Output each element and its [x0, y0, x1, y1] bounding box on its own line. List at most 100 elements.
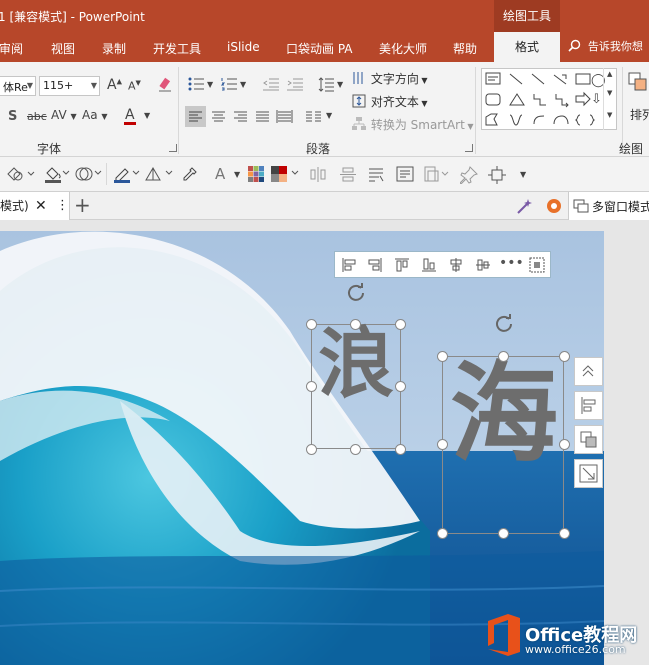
decrease-font-size-icon[interactable]: A▼ — [128, 80, 141, 92]
resize-handle[interactable] — [559, 528, 570, 539]
align-text-button[interactable]: 对齐文本 ▼ — [351, 93, 428, 110]
arrange-objects-button[interactable] — [574, 425, 603, 454]
down-arrow-shape-icon[interactable]: ⇩ — [591, 93, 602, 106]
rotate-handle-icon[interactable] — [346, 282, 366, 302]
vertical-scrollbar[interactable] — [604, 220, 649, 665]
select-pane-icon[interactable] — [488, 166, 506, 184]
tab-beautify-master[interactable]: 美化大师 — [379, 40, 427, 57]
multiwindow-mode-button[interactable]: 多窗口模式 — [568, 192, 649, 220]
tab-view[interactable]: 视图 — [51, 40, 75, 57]
justify-icon[interactable] — [254, 108, 271, 125]
tab-help[interactable]: 帮助 — [453, 40, 477, 57]
tab-record[interactable]: 录制 — [102, 40, 126, 57]
tab-islide[interactable]: iSlide — [227, 40, 260, 54]
resize-handle[interactable] — [559, 351, 570, 362]
increase-font-size-icon[interactable]: A▲ — [107, 78, 122, 92]
align-top-icon[interactable] — [394, 257, 410, 273]
tab-format[interactable]: 格式 — [494, 32, 560, 62]
add-tab-icon[interactable]: + — [74, 192, 91, 218]
rotate-handle-icon[interactable] — [494, 313, 514, 333]
edit-shape-pen-icon[interactable] — [113, 165, 141, 183]
resize-handle[interactable] — [437, 439, 448, 450]
magic-wand-icon[interactable] — [516, 197, 534, 215]
document-tab[interactable]: 模式) ✕ ⋮ — [0, 192, 70, 220]
change-case-icon[interactable]: Aa ▼ — [82, 109, 108, 121]
textbox-icon[interactable] — [396, 166, 414, 182]
chevron-up-icon[interactable]: ▲ — [607, 71, 612, 78]
bring-forward-button[interactable] — [574, 357, 603, 386]
chevron-down-icon[interactable]: ▼ — [234, 171, 240, 179]
text-effects-icon[interactable]: A — [215, 167, 225, 182]
tab-developer[interactable]: 开发工具 — [153, 40, 201, 57]
shape-edit-icon[interactable] — [6, 166, 36, 182]
gallery-scroll[interactable]: ▲ ▼ ▼ — [603, 68, 617, 130]
convert-smartart-button[interactable]: 转换为 SmartArt ▼ — [351, 116, 474, 133]
chevron-down-icon[interactable]: ▼ — [144, 112, 150, 120]
text-direction-button[interactable]: 文字方向 ▼ — [351, 70, 428, 87]
customize-toolbar-icon[interactable]: ▼ — [520, 171, 526, 179]
resize-handle[interactable] — [498, 528, 509, 539]
font-size-combo[interactable]: 115+ ▼ — [39, 76, 100, 96]
paragraph-dialog-launcher-icon[interactable] — [465, 144, 473, 152]
slide-text-hai[interactable]: 海 — [450, 361, 558, 469]
distributed-icon[interactable] — [276, 108, 293, 125]
resize-handle[interactable] — [306, 381, 317, 392]
shape-fill-icon[interactable] — [44, 165, 70, 183]
resize-handle[interactable] — [306, 319, 317, 330]
align-bottom-icon[interactable] — [421, 257, 437, 273]
eyedropper-icon[interactable] — [180, 166, 198, 184]
char-spacing-icon[interactable]: AV ▼ — [51, 109, 77, 121]
distribute-icon[interactable] — [528, 256, 546, 274]
line-spacing-icon[interactable] — [318, 77, 334, 92]
slide-canvas[interactable]: 浪 海 — [0, 231, 604, 665]
resize-handle[interactable] — [559, 439, 570, 450]
settings-gear-icon[interactable] — [545, 197, 563, 215]
align-middle-icon[interactable] — [475, 257, 491, 273]
tab-review[interactable]: 审阅 — [0, 40, 23, 57]
resize-handle[interactable] — [498, 351, 509, 362]
align-left-icon[interactable] — [341, 257, 357, 273]
font-dialog-launcher-icon[interactable] — [169, 144, 177, 152]
strikethrough-icon[interactable]: abc — [27, 111, 47, 122]
more-icon[interactable]: ▼ — [607, 112, 612, 119]
text-format-icon[interactable] — [368, 167, 384, 182]
font-name-combo[interactable]: 体Re ▼ — [0, 76, 36, 96]
resize-handle[interactable] — [306, 444, 317, 455]
font-color-icon[interactable]: A — [124, 108, 136, 125]
tab-pocket-animation[interactable]: 口袋动画 PA — [286, 40, 353, 57]
arrange-icon[interactable] — [628, 72, 648, 92]
decrease-indent-icon[interactable] — [263, 78, 279, 91]
resize-handle[interactable] — [350, 444, 361, 455]
tell-me-search[interactable]: 告诉我你想 — [568, 38, 643, 54]
align-right-icon[interactable] — [232, 108, 249, 125]
distribute-vertical-icon[interactable] — [340, 167, 356, 182]
resize-handle[interactable] — [395, 381, 406, 392]
resize-handle[interactable] — [437, 351, 448, 362]
distribute-horizontal-icon[interactable] — [310, 167, 326, 182]
chevron-down-icon[interactable]: ▼ — [337, 81, 343, 89]
columns-icon[interactable] — [305, 108, 322, 125]
more-vertical-icon[interactable]: ⋮ — [56, 192, 69, 220]
group-objects-icon[interactable] — [424, 166, 450, 182]
resize-handle[interactable] — [350, 319, 361, 330]
color-grid-icon[interactable] — [248, 166, 264, 182]
slide-text-lang[interactable]: 浪 — [318, 326, 394, 402]
resize-handle[interactable] — [437, 528, 448, 539]
chevron-down-icon[interactable]: ▼ — [207, 81, 213, 89]
theme-colors-icon[interactable] — [271, 166, 301, 182]
size-position-button[interactable] — [574, 459, 603, 488]
chevron-down-icon[interactable]: ▼ — [607, 90, 612, 97]
arrange-label[interactable]: 排列 — [630, 106, 649, 123]
shape-effects-icon[interactable] — [144, 165, 174, 183]
shapes-gallery[interactable]: ◯ ⇩ — [481, 68, 617, 130]
bullets-icon[interactable] — [188, 77, 204, 91]
close-icon[interactable]: ✕ — [35, 192, 47, 220]
align-center-icon[interactable] — [210, 108, 227, 125]
more-options-icon[interactable]: ••• — [499, 255, 524, 271]
align-left-button[interactable] — [185, 106, 206, 127]
chevron-down-icon[interactable]: ▼ — [326, 112, 332, 120]
align-center-horizontal-icon[interactable] — [448, 257, 464, 273]
resize-handle[interactable] — [395, 319, 406, 330]
align-objects-button[interactable] — [574, 391, 603, 420]
text-shadow-icon[interactable]: S — [8, 110, 17, 123]
